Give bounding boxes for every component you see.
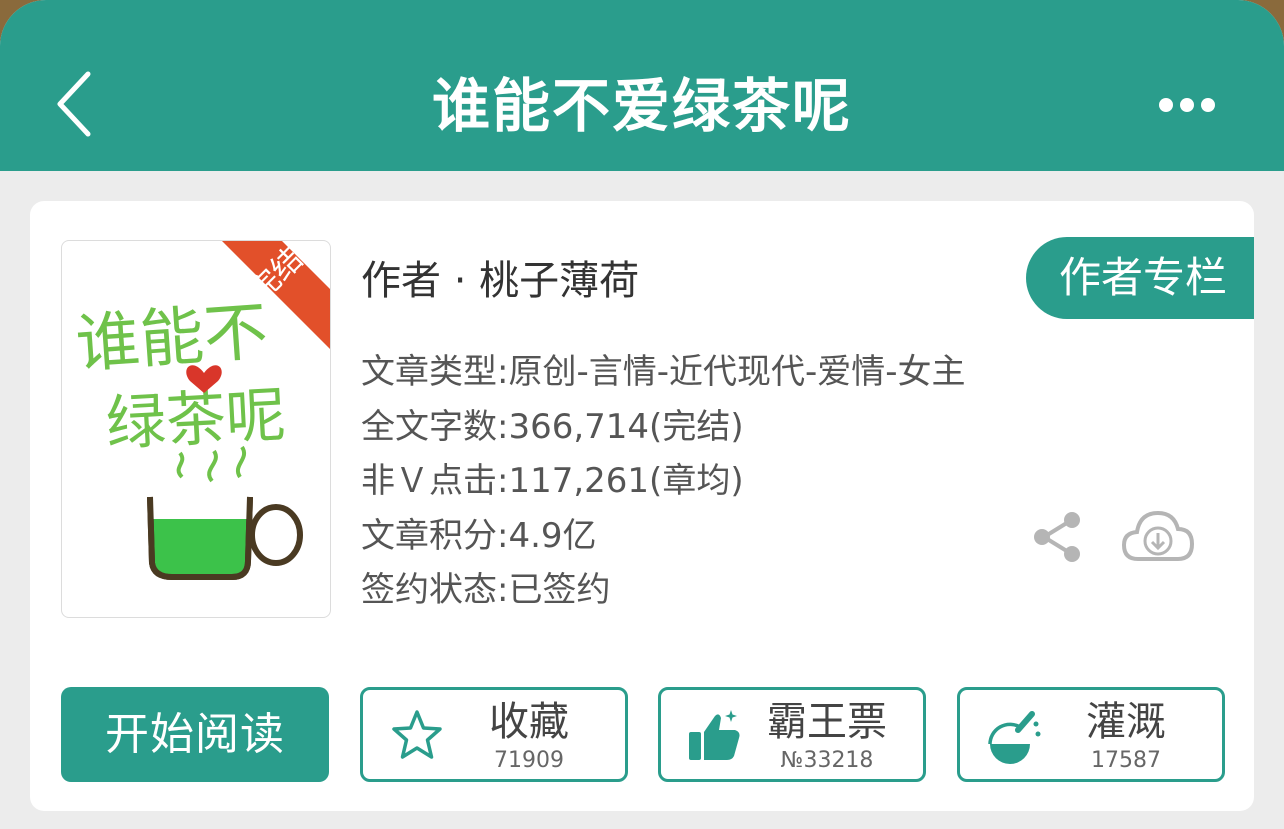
favorite-label: 收藏 <box>489 699 569 745</box>
book-info-card: 谁能不 绿茶呢 完结 作者 · 桃子薄荷 作者专栏 文章类型:原创-言情-近代现… <box>30 201 1254 811</box>
irrigate-button[interactable]: 灌溉 17587 <box>957 687 1225 782</box>
download-button[interactable] <box>1120 507 1196 567</box>
cloud-download-icon <box>1121 510 1195 561</box>
meta-clicks: 非Ｖ点击:117,261(章均) <box>361 461 744 501</box>
cover-title-line-1: 谁能不 <box>73 295 270 382</box>
cover-title-line-2: 绿茶呢 <box>104 380 287 459</box>
share-button[interactable] <box>1030 509 1086 565</box>
meta-genre: 文章类型:原创-言情-近代现代-爱情-女主 <box>361 352 966 392</box>
bawang-count: №33218 <box>780 748 874 773</box>
favorite-count: 71909 <box>494 748 564 773</box>
meta-sign-status: 签约状态:已签约 <box>361 570 611 610</box>
page-title: 谁能不爱绿茶呢 <box>431 72 852 140</box>
author-name[interactable]: 作者 · 桃子薄荷 <box>361 253 639 309</box>
screen: 谁能不爱绿茶呢 谁能不 绿茶呢 完结 作者 · 桃子薄荷 作者专栏 文章类型:原… <box>0 0 1284 829</box>
more-dots-icon <box>1159 98 1215 112</box>
author-column-button[interactable]: 作者专栏 <box>1026 237 1254 319</box>
irrigate-count: 17587 <box>1091 748 1161 773</box>
irrigate-label: 灌溉 <box>1086 699 1166 745</box>
bawang-ticket-button[interactable]: 霸王票 №33218 <box>658 687 926 782</box>
book-cover[interactable]: 谁能不 绿茶呢 完结 <box>61 240 331 618</box>
nav-bar: 谁能不爱绿茶呢 <box>0 0 1284 171</box>
more-button[interactable] <box>1158 92 1218 118</box>
start-reading-button[interactable]: 开始阅读 <box>61 687 329 782</box>
meta-word-count: 全文字数:366,714(完结) <box>361 407 744 447</box>
favorite-button[interactable]: 收藏 71909 <box>360 687 628 782</box>
share-icon <box>1034 512 1080 562</box>
bawang-label: 霸王票 <box>767 699 887 745</box>
cover-illustration: 谁能不 绿茶呢 完结 <box>73 241 330 580</box>
meta-score: 文章积分:4.9亿 <box>361 516 597 556</box>
